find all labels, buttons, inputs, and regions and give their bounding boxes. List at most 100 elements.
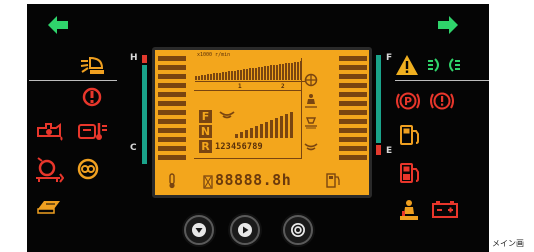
turn-left-arrow-icon bbox=[47, 15, 69, 35]
temp-gauge-red-zone bbox=[142, 55, 147, 63]
rpm-bar bbox=[297, 62, 299, 80]
rpm-bar bbox=[219, 73, 221, 80]
speed-bar bbox=[240, 132, 243, 138]
rpm-bar bbox=[288, 63, 290, 80]
fuel-segment bbox=[339, 137, 367, 142]
temp-segment bbox=[158, 65, 186, 70]
rpm-bar bbox=[276, 65, 278, 80]
fuel-segment bbox=[339, 128, 367, 133]
rpm-bar bbox=[258, 67, 260, 80]
rpm-bar bbox=[279, 64, 281, 80]
lcd-fan-icon bbox=[303, 72, 319, 91]
lcd-person-icon bbox=[303, 93, 319, 113]
fuel-segment bbox=[339, 74, 367, 79]
rpm-bar bbox=[264, 66, 266, 80]
speed-wave-icon bbox=[217, 106, 237, 125]
right-divider bbox=[395, 80, 489, 81]
rpm-bar bbox=[294, 62, 296, 80]
rpm-bar bbox=[237, 70, 239, 80]
speed-bar bbox=[250, 128, 253, 138]
operator-presence-icon bbox=[398, 199, 420, 221]
rpm-unit-label: x1000 r/min bbox=[197, 52, 231, 58]
rpm-scale-1: 1 bbox=[238, 83, 242, 90]
left-divider bbox=[29, 80, 117, 81]
lcd-fuel-icon bbox=[325, 172, 341, 192]
speed-bar bbox=[235, 134, 238, 138]
speed-bar bbox=[255, 126, 258, 138]
speed-bar bbox=[290, 112, 293, 138]
gear-reverse: R bbox=[199, 140, 212, 153]
lcd-display: x1000 r/min 1 2 F N R 123456789 88888.8h bbox=[152, 47, 372, 198]
lcd-hourglass-icon bbox=[203, 174, 213, 193]
gear-number-row: 123456789 bbox=[215, 142, 263, 152]
rpm-bar bbox=[228, 71, 230, 80]
hour-meter: 88888.8h bbox=[215, 171, 292, 189]
caption: メイン画 bbox=[492, 239, 524, 248]
down-button[interactable] bbox=[184, 215, 214, 245]
engine-oil-icon bbox=[34, 120, 64, 142]
speed-bar bbox=[265, 122, 268, 138]
rpm-bar bbox=[282, 64, 284, 80]
rpm-scale-2: 2 bbox=[281, 83, 285, 90]
temp-segment bbox=[158, 83, 186, 88]
fuel-segment bbox=[339, 110, 367, 115]
play-button[interactable] bbox=[230, 215, 260, 245]
fuel-gauge-bottom-label: E bbox=[386, 146, 393, 156]
rpm-bar bbox=[213, 73, 215, 80]
rpm-bar bbox=[249, 68, 251, 80]
fuel-gauge bbox=[376, 55, 381, 143]
gear-forward: F bbox=[199, 110, 212, 123]
rpm-bar bbox=[204, 75, 206, 80]
lcd-divider bbox=[301, 58, 302, 158]
headlight-icon bbox=[427, 57, 461, 73]
temp-gauge bbox=[142, 65, 147, 164]
triangle-down-icon bbox=[192, 223, 206, 237]
fuel-segment bbox=[339, 56, 367, 61]
temp-segment bbox=[158, 128, 186, 133]
rpm-bar bbox=[270, 65, 272, 80]
triangle-right-icon bbox=[238, 223, 252, 237]
fuel-gauge-red-zone bbox=[376, 145, 381, 155]
seat-belt-manual-icon bbox=[36, 199, 62, 215]
speed-bar bbox=[270, 120, 273, 138]
battery-icon bbox=[431, 199, 459, 219]
speed-bar bbox=[280, 116, 283, 138]
fuel-segment bbox=[339, 65, 367, 70]
temp-segment bbox=[158, 92, 186, 97]
temp-segment bbox=[158, 74, 186, 79]
select-button[interactable] bbox=[283, 215, 313, 245]
parking-brake-icon: P bbox=[395, 91, 421, 111]
temp-segment bbox=[158, 137, 186, 142]
fuel-segment bbox=[339, 101, 367, 106]
rpm-bar bbox=[225, 72, 227, 80]
lcd-wave-icon bbox=[303, 138, 319, 157]
filter-icon bbox=[77, 158, 99, 180]
rpm-bar bbox=[255, 68, 257, 80]
rpm-bar bbox=[195, 76, 197, 80]
temp-segment bbox=[158, 146, 186, 151]
speed-bar bbox=[285, 114, 288, 138]
rpm-bar bbox=[240, 70, 242, 80]
warning-triangle-icon bbox=[395, 54, 419, 76]
fuel-segment bbox=[339, 146, 367, 151]
hydraulic-temp-icon bbox=[77, 120, 109, 142]
rpm-bar bbox=[201, 75, 203, 80]
fuel-segment bbox=[339, 119, 367, 124]
temp-segment bbox=[158, 119, 186, 124]
gear-neutral: N bbox=[199, 125, 212, 138]
temp-segment bbox=[158, 110, 186, 115]
fuel-gauge-top-label: F bbox=[386, 53, 393, 63]
temp-segment bbox=[158, 56, 186, 61]
rpm-bar bbox=[273, 65, 275, 80]
fuel-segment bbox=[339, 155, 367, 160]
temp-segment bbox=[158, 101, 186, 106]
rpm-bar bbox=[285, 63, 287, 80]
fuel-segment bbox=[339, 92, 367, 97]
rpm-bar bbox=[222, 72, 224, 80]
rpm-baseline bbox=[195, 81, 305, 82]
rpm-bar bbox=[234, 71, 236, 80]
engine-oil-pressure-icon bbox=[82, 87, 102, 107]
rpm-bar bbox=[246, 69, 248, 80]
circle-dot-icon bbox=[291, 223, 305, 237]
rpm-bar bbox=[261, 67, 263, 80]
